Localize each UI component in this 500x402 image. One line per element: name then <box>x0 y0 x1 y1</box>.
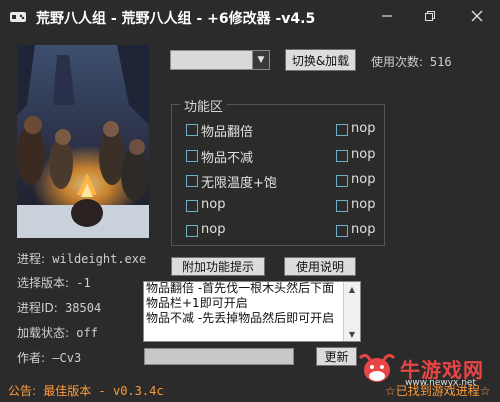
load-status-value: off <box>76 326 98 340</box>
process-info: 进程: wildeight.exe <box>17 250 146 267</box>
process-label: 进程: <box>17 252 46 266</box>
pid-value: 38504 <box>65 301 102 315</box>
update-button[interactable]: 更新 <box>316 347 357 366</box>
update-field[interactable] <box>144 348 294 365</box>
notice-label: 公告: <box>8 384 37 398</box>
version-value: -1 <box>76 276 91 290</box>
checkbox-label: 物品不减 <box>201 151 254 166</box>
window-title: 荒野八人组 - 荒野八人组 - +6修改器 -v4.5 <box>36 11 316 27</box>
checkbox-no-decrease[interactable] <box>186 150 198 162</box>
minimize-icon <box>382 15 392 17</box>
checkbox-nop[interactable] <box>336 175 348 187</box>
usage-count: 516 <box>429 55 452 69</box>
hint-text: 物品翻倍 -首先伐一根木头然后下面物品栏+1即可开启 物品不减 -先丢掉物品然后… <box>146 281 335 325</box>
hint-textarea[interactable]: 物品翻倍 -首先伐一根木头然后下面物品栏+1即可开启 物品不减 -先丢掉物品然后… <box>143 281 361 342</box>
checkbox-label: 物品翻倍 <box>201 125 254 140</box>
process-value: wildeight.exe <box>52 252 147 266</box>
author-info: 作者: —Cv3 <box>17 349 81 366</box>
notice-title: 最佳版本 <box>43 384 92 398</box>
usage-label: 使用次数: <box>371 55 424 69</box>
app-icon <box>10 12 26 22</box>
checkbox-nop[interactable] <box>186 200 198 212</box>
author-value: —Cv3 <box>52 351 82 365</box>
checkbox-label: nop <box>201 197 226 212</box>
notice-bar: 公告: 最佳版本 - v0.3.4c <box>8 382 164 399</box>
notice-version: - v0.3.4c <box>91 384 164 398</box>
extra-hints-button[interactable]: 附加功能提示 <box>171 257 265 276</box>
scrollbar[interactable]: ▲ ▼ <box>343 282 360 341</box>
version-label: 选择版本: <box>17 276 70 290</box>
chevron-down-icon[interactable]: ▼ <box>252 51 269 69</box>
scroll-down-icon[interactable]: ▼ <box>344 327 360 341</box>
checkbox-label: 无限温度+饱 <box>201 176 277 191</box>
scroll-up-icon[interactable]: ▲ <box>344 282 360 296</box>
feature-group-label: 功能区 <box>180 96 228 115</box>
load-status-label: 加载状态: <box>17 326 70 340</box>
checkbox-nop[interactable] <box>336 124 348 136</box>
checkbox-nop[interactable] <box>336 225 348 237</box>
checkbox-label: nop <box>351 222 376 237</box>
minimize-button[interactable] <box>376 6 398 26</box>
instructions-button[interactable]: 使用说明 <box>284 257 356 276</box>
load-status-info: 加载状态: off <box>17 324 98 341</box>
pid-label: 进程ID: <box>17 301 58 315</box>
usage-counter: 使用次数: 516 <box>371 53 452 70</box>
version-info: 选择版本: -1 <box>17 274 91 291</box>
version-select[interactable]: ▼ <box>170 50 270 70</box>
restore-icon <box>425 11 435 21</box>
checkbox-nop[interactable] <box>336 200 348 212</box>
checkbox-nop[interactable] <box>186 225 198 237</box>
toggle-load-button[interactable]: 切换&加载 <box>285 49 356 71</box>
checkbox-label: nop <box>351 121 376 136</box>
game-cover-image <box>17 45 149 238</box>
checkbox-label: nop <box>351 172 376 187</box>
checkbox-label: nop <box>351 147 376 162</box>
process-found-status: ☆已找到游戏进程☆ <box>385 384 491 398</box>
pid-info: 进程ID: 38504 <box>17 299 101 316</box>
close-icon <box>471 10 483 22</box>
checkbox-item-double[interactable] <box>186 124 198 136</box>
close-button[interactable] <box>466 6 488 26</box>
author-label: 作者: <box>17 351 46 365</box>
checkbox-infinite-temp[interactable] <box>186 175 198 187</box>
checkbox-nop[interactable] <box>336 150 348 162</box>
checkbox-label: nop <box>201 222 226 237</box>
restore-button[interactable] <box>419 6 441 26</box>
checkbox-label: nop <box>351 197 376 212</box>
